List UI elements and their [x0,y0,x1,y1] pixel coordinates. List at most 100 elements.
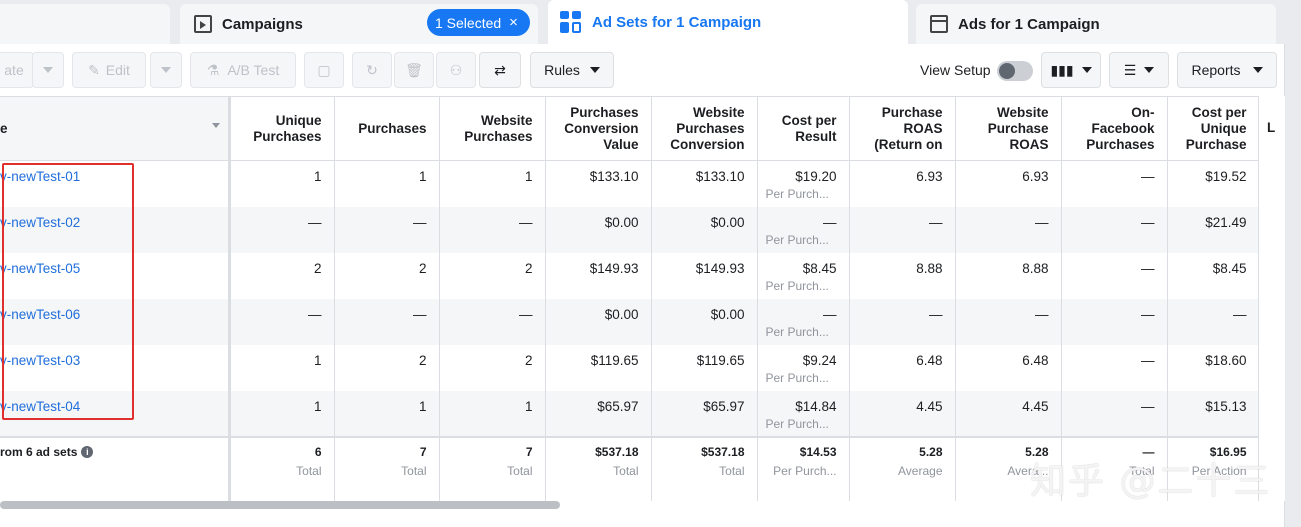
column-header-name[interactable]: e [0,96,231,161]
chevron-down-icon [1081,67,1092,73]
tab-ad-sets[interactable]: Ad Sets for 1 Campaign [548,0,908,44]
total-cell-website-purchases: 7 Total [439,435,546,501]
next-column-header-fragment: L [1267,120,1276,135]
column-header-website-purchases[interactable]: Website Purchases [439,96,546,161]
cell-value: $65.97 [703,398,745,414]
total-sub-label: Total [296,463,322,478]
cell-purchases: 2 [334,252,440,299]
cell-cost-per-result: — Per Purch... [757,298,850,345]
create-button[interactable]: ate [0,52,34,88]
ad-set-name-link[interactable]: v-newTest-01 [0,160,231,207]
table-row[interactable]: v-newTest-03 1 2 2 $119.65 $119.65 $9.24 Per Pu… [0,344,1260,391]
delete-button[interactable]: 🗑 [394,52,434,88]
cell-value: — [1141,260,1155,276]
refresh-button[interactable]: ↻ [352,52,392,88]
cell-value: 6.93 [1022,169,1049,184]
cell-purchase-roas: 4.45 [849,390,956,437]
cell-value: $21.49 [1205,214,1247,230]
tab-previous[interactable] [0,4,170,44]
ad-set-name-link[interactable]: v-newTest-06 [0,298,231,345]
pencil-icon: ✎ [88,61,100,78]
total-value: 7 [525,444,533,459]
cell-value: $65.97 [597,398,639,414]
cell-purchases-conversion-value: $119.65 [545,344,652,391]
ab-test-button[interactable]: ⚗ A/B Test [190,52,296,88]
column-header-cost-per-result[interactable]: Cost per Result [757,96,850,161]
watermark: 知乎 @二十三 [1030,461,1272,502]
cell-value: 4.45 [1022,398,1049,414]
column-header-purchase-roas[interactable]: Purchase ROAS (Return on [849,96,956,161]
tab-ads[interactable]: Ads for 1 Campaign [916,4,1276,44]
folder-icon [194,15,212,33]
cell-value: 1 [524,169,533,184]
total-value: 5.28 [919,444,943,459]
cell-purchases-conversion-value: $133.10 [545,160,652,207]
table-row[interactable]: v-newTest-01 1 1 1 $133.10 $133.10 $19.20 Per P… [0,160,1260,207]
view-setup-toggle[interactable] [997,61,1033,81]
table-row[interactable]: v-newTest-04 1 1 1 $65.97 $65.97 $14.84 Per Pur… [0,390,1260,437]
tab-campaigns-label: Campaigns [222,15,303,33]
table-row[interactable]: v-newTest-05 2 2 2 $149.93 $149.93 $8.45 Per Pu… [0,252,1260,299]
rules-button[interactable]: Rules [530,52,614,88]
selected-count-pill[interactable]: 1 Selected × [427,9,530,36]
table-row[interactable]: v-newTest-02— — — $0.00 $0.00— Per Purch... — —… [0,206,1260,253]
column-header-on-facebook-purchases[interactable]: On-Facebook Purchases [1061,96,1168,161]
cell-value: $149.93 [589,260,639,276]
column-header-purchases[interactable]: Purchases [334,96,440,161]
edit-dropdown-button[interactable] [150,52,182,88]
cell-value: $9.24 [802,352,837,368]
cell-website-purchases: 2 [439,252,546,299]
total-cell-unique-purchases: 6 Total [229,435,335,501]
cell-sub-label: Per Purch... [765,232,829,247]
total-value: 6 [314,444,322,459]
column-header-unique-purchases[interactable]: Unique Purchases [229,96,335,161]
horizontal-scrollbar[interactable] [0,501,560,509]
info-icon[interactable]: i [81,446,94,459]
cell-sub-label: Per Purch... [765,278,829,293]
ad-set-name-link[interactable]: v-newTest-04 [0,390,231,437]
cell-website-purchases-conversion: $133.10 [651,160,758,207]
total-row-label: rom 6 ad sets i [0,435,231,501]
cell-value: 1 [313,398,322,414]
cell-value: $149.93 [695,260,745,276]
cell-value: — [823,306,837,322]
cell-value: $19.52 [1205,169,1247,184]
cell-value: $133.10 [589,169,639,184]
audience-button[interactable]: ⚇ [436,52,476,88]
column-header-website-purchase-roas[interactable]: Website Purchase ROAS [955,96,1062,161]
columns-button[interactable]: ▮▮▮ [1041,52,1101,88]
tab-campaigns[interactable]: Campaigns 1 Selected × [180,4,538,44]
cell-purchases-conversion-value: $65.97 [545,390,652,437]
rules-button-label: Rules [544,62,580,78]
clear-selection-icon[interactable]: × [509,14,518,31]
breakdown-button[interactable]: ☰ [1109,52,1169,88]
cell-value: — [308,306,322,322]
ad-set-name-link[interactable]: v-newTest-03 [0,344,231,391]
cell-value: 2 [418,260,427,276]
ad-set-name-link[interactable]: v-newTest-05 [0,252,231,299]
column-header-cost-per-unique-purchase[interactable]: Cost per Unique Purchase [1167,96,1260,161]
edit-button[interactable]: ✎ Edit [72,52,146,88]
cell-value: — [519,214,533,230]
tab-ads-label: Ads for 1 Campaign [958,15,1100,33]
total-value: 7 [419,444,427,459]
column-header-name-label: e [0,120,8,136]
cell-value: 1 [524,398,533,414]
cell-website-purchases-conversion: $65.97 [651,390,758,437]
cell-on-facebook-purchases: — [1061,390,1168,437]
sort-caret-icon[interactable] [211,122,220,128]
cell-value: — [519,306,533,322]
cell-value: — [823,214,837,230]
cell-value: 6.48 [1022,352,1049,368]
export-button[interactable]: ⇄ [479,52,521,88]
ad-set-name-link[interactable]: v-newTest-02 [0,206,231,253]
table-row[interactable]: v-newTest-06— — — $0.00 $0.00— Per Purch... — —… [0,298,1260,345]
duplicate-button[interactable]: ▢ [304,52,344,88]
cell-website-purchase-roas: 6.48 [955,344,1062,391]
column-header-purchases-conversion-value[interactable]: Purchases Conversion Value [545,96,652,161]
create-dropdown-button[interactable] [32,52,64,88]
cell-value: $19.20 [795,169,837,184]
reports-button[interactable]: Reports [1177,52,1277,88]
column-header-website-purchases-conversion[interactable]: Website Purchases Conversion [651,96,758,161]
cell-cost-per-unique-purchase: $18.60 [1167,344,1260,391]
